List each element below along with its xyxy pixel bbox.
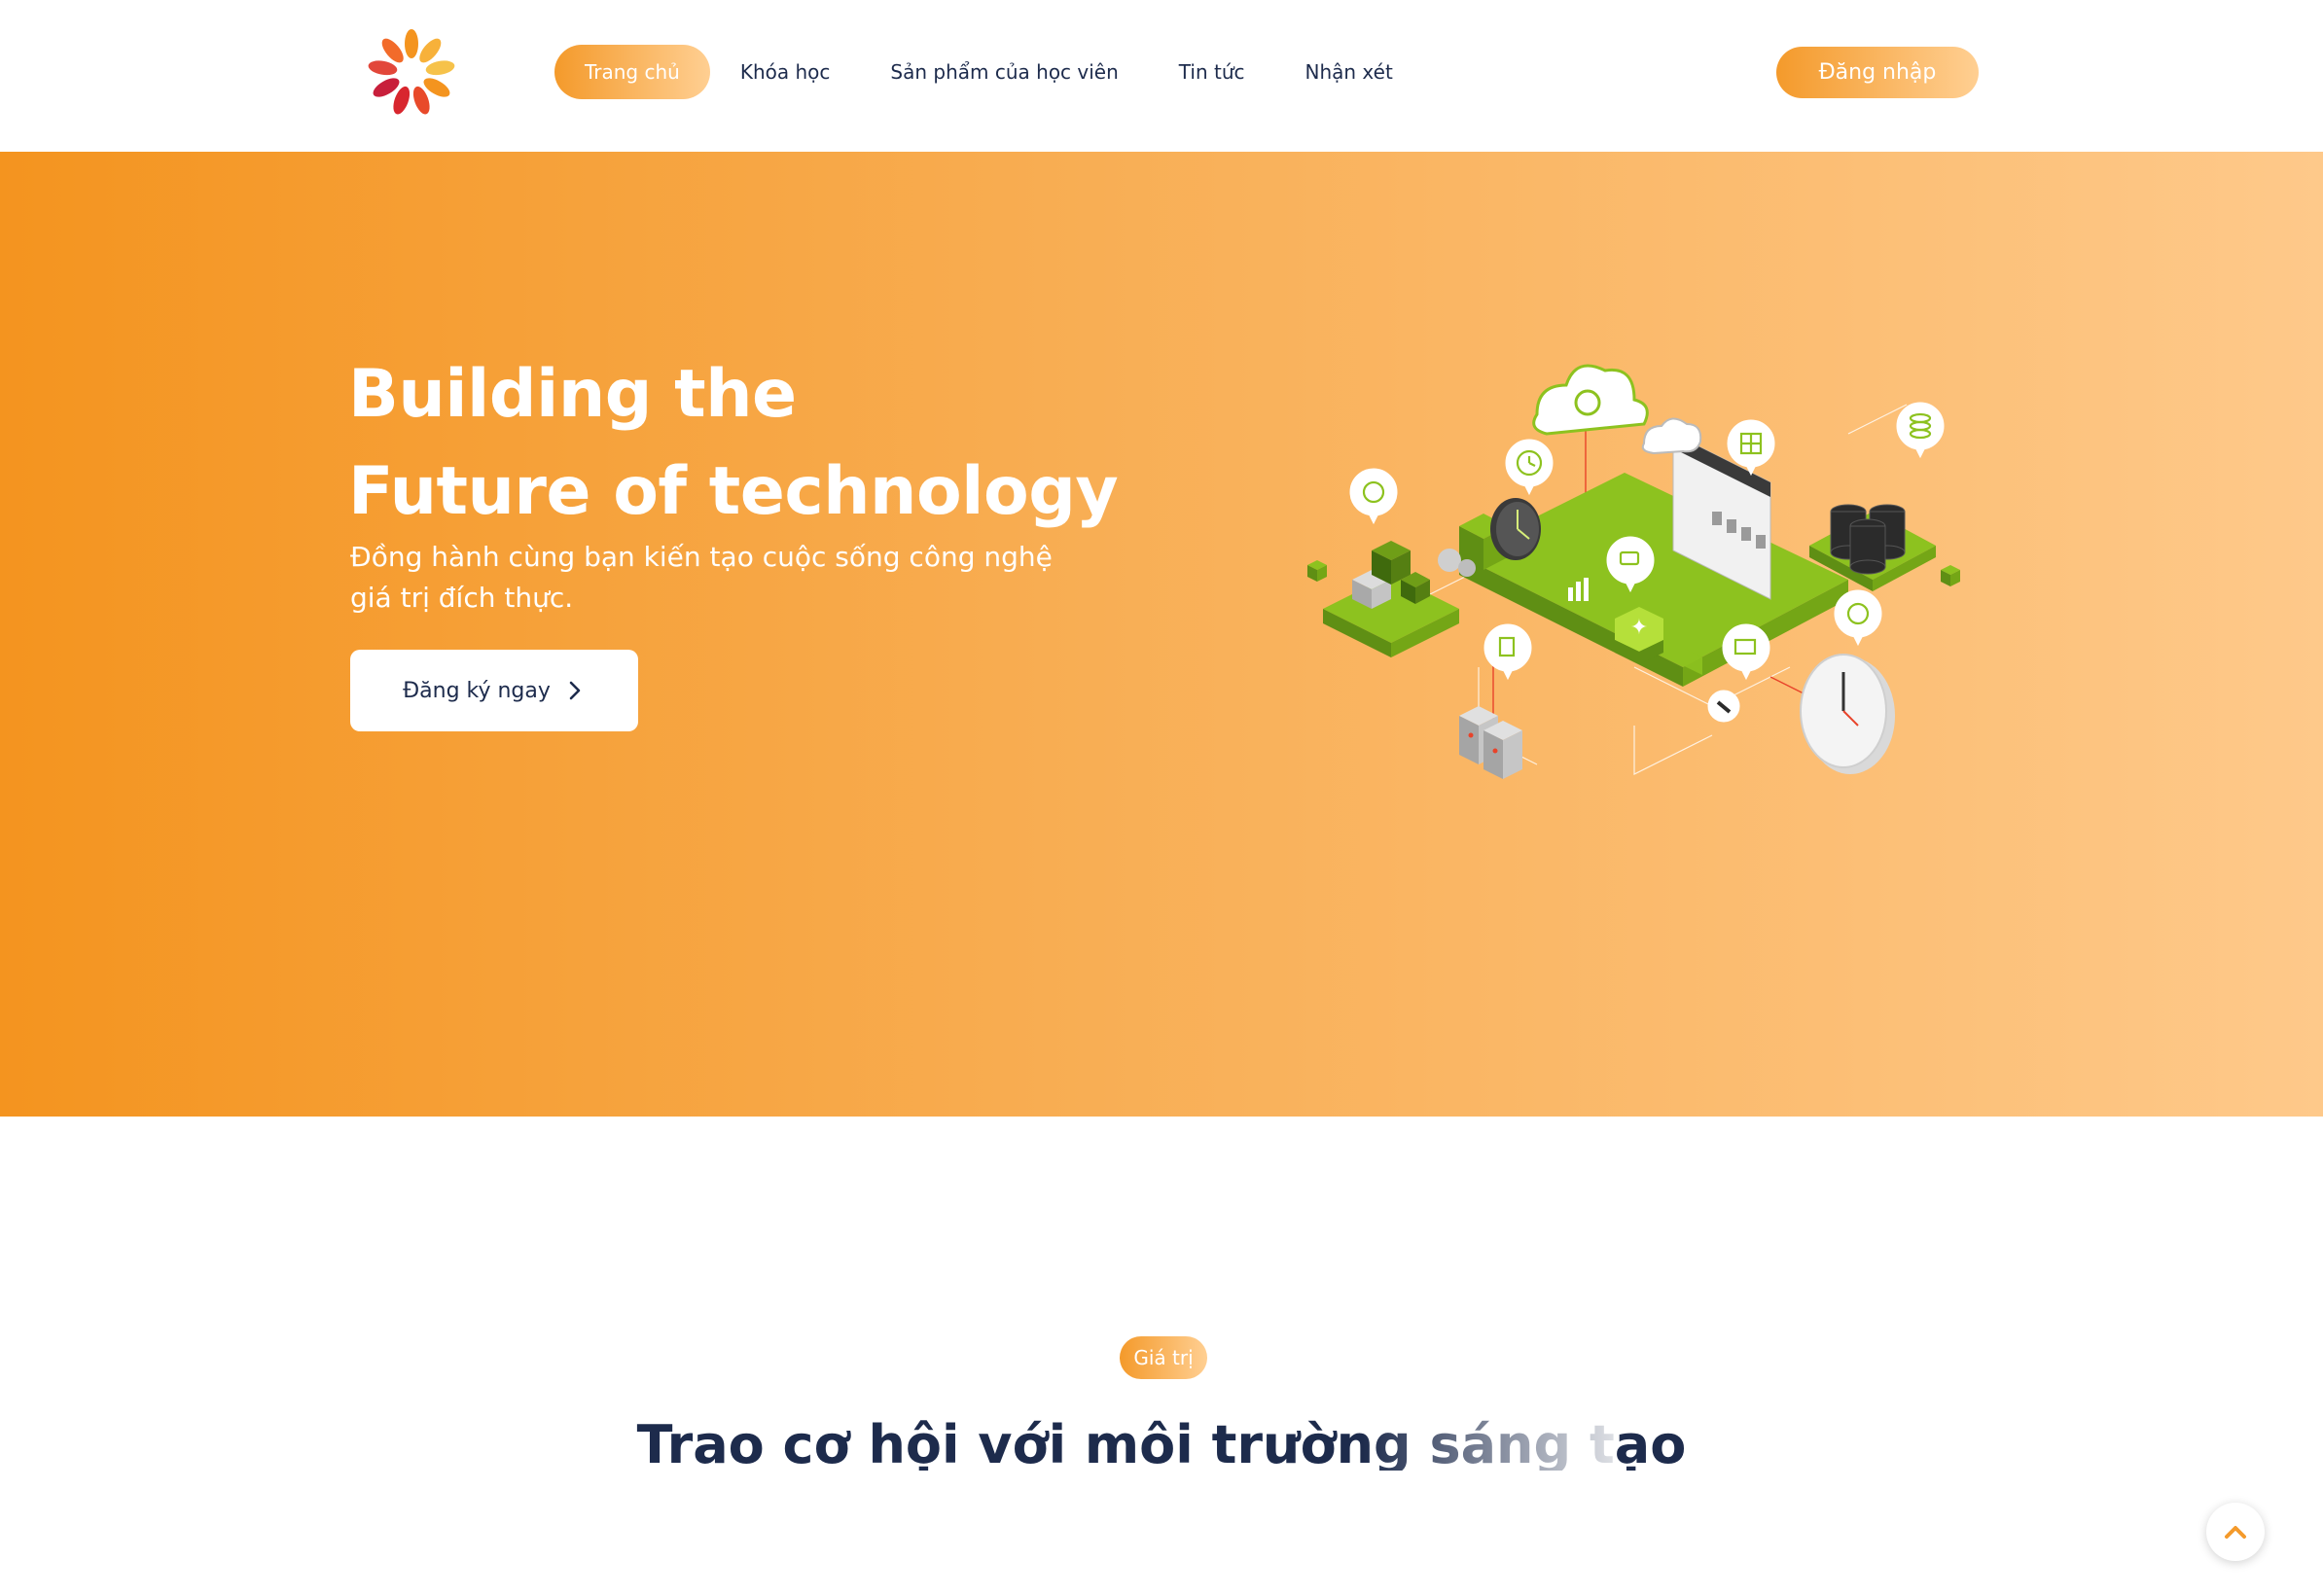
hero-section: Building the Future of technology Đồng h… [0,152,2323,1117]
isometric-tech-illustration: ✦ [1307,364,1960,779]
nav-item-courses[interactable]: Khóa học [710,45,861,99]
register-now-button[interactable]: Đăng ký ngay [350,650,638,731]
nav-item-reviews[interactable]: Nhận xét [1275,45,1423,99]
scroll-to-top-button[interactable] [2206,1503,2265,1561]
hero-title-line-1: Building the [348,356,797,433]
login-button[interactable]: Đăng nhập [1776,47,1979,98]
hero-subtitle: Đồng hành cùng bạn kiến tạo cuộc sống cô… [350,541,1053,614]
register-now-label: Đăng ký ngay [403,678,551,703]
hero-title-line-2: Future of technology [348,453,1119,530]
values-section-title: Trao cơ hội với môi trường sáng tạo [636,1414,1687,1471]
svg-text:✦: ✦ [1630,616,1648,640]
nav-item-home[interactable]: Trang chủ [554,45,710,99]
hero-title: Building the Future of technology [348,346,1119,541]
title-fade-overlay [1362,1408,1615,1471]
site-header: Trang chủ Khóa học Sản phẩm của học viên… [0,0,2323,152]
main-nav: Trang chủ Khóa học Sản phẩm của học viên… [554,45,1423,99]
nav-item-news[interactable]: Tin tức [1149,45,1275,99]
flower-logo-icon[interactable] [360,21,463,124]
chevron-up-icon [2225,1526,2246,1539]
chevron-right-icon [569,681,581,700]
nav-item-student-products[interactable]: Sản phẩm của học viên [860,45,1148,99]
values-tag: Giá trị [1120,1336,1207,1379]
